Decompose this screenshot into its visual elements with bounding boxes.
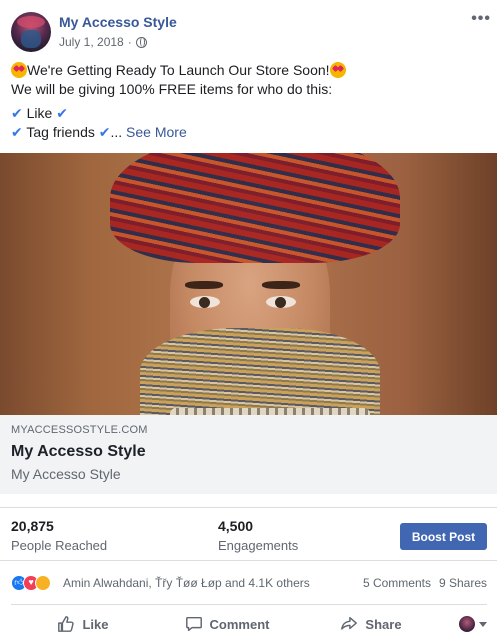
link-preview-image[interactable] (0, 153, 497, 415)
people-reached-label: People Reached (11, 538, 108, 553)
reactors-list[interactable]: Amin Alwahdani, Ťřy Ťøø Łøp and 4.1K oth… (63, 576, 310, 590)
beaded-veil (140, 328, 380, 415)
reactions-summary: 👍︎ ♥ Amin Alwahdani, Ťřy Ťøø Łøp and 4.1… (0, 560, 497, 604)
reaction-icons[interactable]: 👍︎ ♥ (11, 575, 51, 591)
like-button[interactable]: Like (11, 605, 155, 643)
share-icon (341, 616, 358, 630)
link-domain: MYACCESSOSTYLE.COM (11, 424, 148, 436)
link-title[interactable]: My Accesso Style (11, 443, 146, 461)
share-label: Share (365, 616, 402, 632)
heart-eyes-emoji-icon (329, 62, 346, 78)
post-text-line-4: ✔ Tag friends ✔... See More (11, 123, 487, 142)
left-brow (185, 281, 223, 289)
check-mark-icon: ✔ (11, 124, 23, 140)
people-reached-stat[interactable]: 20,875 People Reached (11, 518, 107, 553)
like-instruction: Like (26, 105, 53, 121)
right-brow (262, 281, 300, 289)
engagements-label: Engagements (218, 538, 299, 553)
launch-announcement-text: We're Getting Ready To Launch Our Store … (27, 62, 330, 78)
link-description: My Accesso Style (11, 466, 121, 482)
page-avatar-small (459, 616, 475, 632)
post-date[interactable]: July 1, 2018 (59, 35, 124, 49)
people-reached-value: 20,875 (11, 518, 54, 534)
caret-down-icon (479, 621, 487, 627)
heart-eyes-emoji-icon (11, 62, 27, 78)
comment-button[interactable]: Comment (155, 605, 299, 643)
right-eye (266, 296, 296, 308)
see-more-link[interactable]: See More (126, 124, 187, 140)
beaded-headdress (110, 153, 400, 263)
check-mark-icon: ✔ (11, 105, 23, 121)
page-name-link[interactable]: My Accesso Style (59, 14, 177, 30)
check-mark-icon: ✔ (56, 105, 68, 121)
comments-count[interactable]: 5 Comments (363, 576, 431, 590)
boost-post-button[interactable]: Boost Post (400, 523, 487, 550)
post-as-selector[interactable] (443, 616, 487, 632)
post-actions: Like Comment Share (11, 604, 487, 643)
thumbs-up-icon (58, 616, 75, 632)
post-text-line-1: We're Getting Ready To Launch Our Store … (11, 61, 487, 80)
comment-icon (185, 616, 202, 632)
ellipsis: ... (110, 124, 123, 140)
post-text-line-3: ✔ Like ✔ (11, 104, 487, 123)
chain-necklace (170, 408, 370, 415)
left-eye (190, 296, 220, 308)
page-avatar[interactable] (11, 12, 51, 52)
like-label: Like (82, 616, 109, 632)
haha-reaction-icon (35, 575, 51, 591)
post-header: My Accesso Style July 1, 2018 · ••• (0, 0, 497, 56)
post-text: We're Getting Ready To Launch Our Store … (11, 61, 487, 142)
more-options-icon[interactable]: ••• (471, 10, 491, 28)
post-text-line-2: We will be giving 100% FREE items for wh… (11, 81, 333, 97)
engagement-counts: 5 Comments 9 Shares (363, 576, 487, 590)
insights-bar: 20,875 People Reached 4,500 Engagements … (0, 507, 497, 559)
link-preview-caption[interactable]: MYACCESSOSTYLE.COM My Accesso Style My A… (0, 415, 497, 494)
engagements-value: 4,500 (218, 518, 254, 534)
engagements-stat[interactable]: 4,500 Engagements (218, 518, 298, 553)
tag-friends-instruction: Tag friends (26, 124, 95, 140)
check-mark-icon: ✔ (98, 124, 111, 140)
post-meta: July 1, 2018 · (59, 35, 147, 49)
meta-separator: · (127, 35, 132, 49)
comment-label: Comment (209, 616, 270, 632)
shares-count[interactable]: 9 Shares (439, 576, 487, 590)
globe-icon[interactable] (135, 36, 147, 48)
share-button[interactable]: Share (299, 605, 443, 643)
